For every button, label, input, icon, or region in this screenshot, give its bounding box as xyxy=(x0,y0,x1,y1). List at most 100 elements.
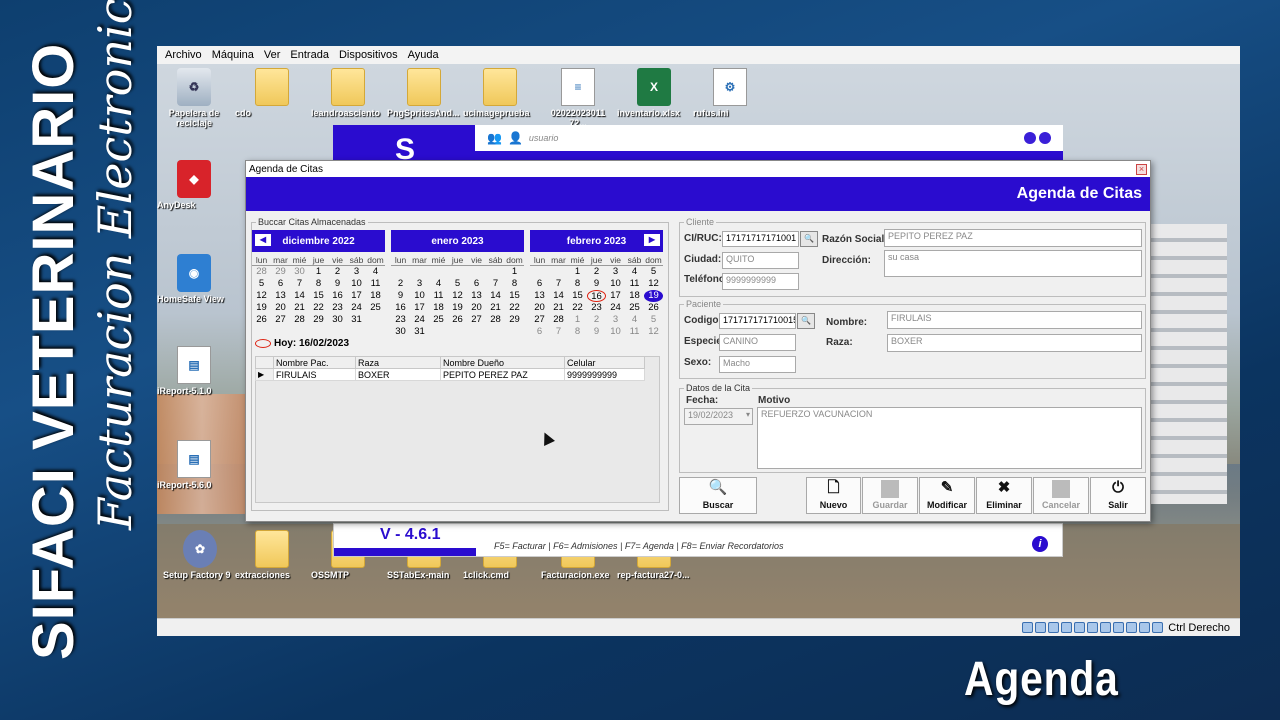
calendar-day[interactable]: 11 xyxy=(429,290,448,302)
calendar-day[interactable]: 12 xyxy=(448,290,467,302)
mouse-integration-icon[interactable] xyxy=(1139,622,1151,633)
calendar-day[interactable]: 4 xyxy=(625,314,644,326)
calendar-day[interactable]: 3 xyxy=(606,314,625,326)
calendar-day[interactable]: 12 xyxy=(252,290,271,302)
column-header[interactable]: Celular xyxy=(564,356,645,369)
calendar-day[interactable]: 31 xyxy=(410,326,429,338)
calendar-day[interactable]: 25 xyxy=(429,314,448,326)
prev-month-button[interactable]: ◀ xyxy=(255,234,271,246)
calendar-day[interactable]: 18 xyxy=(625,290,644,302)
codigo-input[interactable]: 17171717171001551 xyxy=(719,313,796,329)
calendar-day[interactable]: 4 xyxy=(429,278,448,290)
cancelar-button[interactable]: Cancelar xyxy=(1033,477,1089,514)
especie-input[interactable]: CANINO xyxy=(719,334,796,351)
recording-icon[interactable] xyxy=(1113,622,1125,633)
salir-button[interactable]: ⏻ Salir xyxy=(1090,477,1146,514)
network-icon[interactable] xyxy=(1061,622,1073,633)
next-month-button[interactable]: ▶ xyxy=(644,234,660,246)
calendar-day[interactable]: 5 xyxy=(252,278,271,290)
direccion-input[interactable]: su casa xyxy=(884,250,1142,277)
calendar-day[interactable]: 5 xyxy=(644,266,663,278)
motivo-textarea[interactable]: REFUERZO VACUNACION xyxy=(757,407,1142,469)
calendar-day[interactable]: 21 xyxy=(486,302,505,314)
calendar-day[interactable]: 7 xyxy=(290,278,309,290)
desktop-icon[interactable]: cdo xyxy=(235,68,309,118)
fecha-picker[interactable]: 19/02/2023 ▾ xyxy=(684,408,753,425)
calendar-day[interactable]: 22 xyxy=(309,302,328,314)
calendar-day[interactable]: 16 xyxy=(391,302,410,314)
calendar-day[interactable]: 7 xyxy=(486,278,505,290)
calendar-day[interactable]: 13 xyxy=(530,290,549,302)
nombre-input[interactable]: FIRULAIS xyxy=(887,311,1142,329)
calendar-day[interactable]: 2 xyxy=(587,314,606,326)
raza-input[interactable]: BOXER xyxy=(887,334,1142,352)
calendar-day[interactable]: 3 xyxy=(606,266,625,278)
display-icon[interactable] xyxy=(1100,622,1112,633)
calendar-day[interactable]: 18 xyxy=(366,290,385,302)
calendar-day[interactable]: 27 xyxy=(530,314,549,326)
table-row[interactable]: ▶ FIRULAIS BOXER PEPITO PEREZ PAZ 999999… xyxy=(255,368,645,381)
calendar-day[interactable]: 14 xyxy=(549,290,568,302)
calendar-day[interactable]: 28 xyxy=(486,314,505,326)
close-icon[interactable] xyxy=(1039,132,1051,144)
calendar-day[interactable]: 1 xyxy=(568,314,587,326)
calendar-day[interactable]: 15 xyxy=(309,290,328,302)
calendar-day[interactable]: 28 xyxy=(252,266,271,278)
calendar-day[interactable]: 4 xyxy=(366,266,385,278)
desktop-icon[interactable]: ucimageprueba xyxy=(463,68,537,118)
menu-archivo[interactable]: Archivo xyxy=(165,49,202,61)
search-client-icon[interactable]: 🔍 xyxy=(800,231,818,247)
calendar-day[interactable]: 4 xyxy=(625,266,644,278)
calendar-day[interactable]: 26 xyxy=(644,302,663,314)
calendar-day[interactable]: 10 xyxy=(606,326,625,338)
calendar-day[interactable]: 27 xyxy=(271,314,290,326)
hdd-icon[interactable] xyxy=(1022,622,1034,633)
desktop-icon[interactable]: leandroasciento xyxy=(311,68,385,118)
desktop-icon[interactable]: extracciones xyxy=(235,530,309,580)
calendar-day[interactable]: 14 xyxy=(486,290,505,302)
calendar-day[interactable]: 22 xyxy=(505,302,524,314)
calendar-day[interactable]: 3 xyxy=(347,266,366,278)
razon-input[interactable]: PEPITO PEREZ PAZ xyxy=(884,229,1142,247)
calendar-day[interactable]: 24 xyxy=(410,314,429,326)
calendar-day[interactable]: 17 xyxy=(410,302,429,314)
calendar-day[interactable]: 14 xyxy=(290,290,309,302)
audio-icon[interactable] xyxy=(1048,622,1060,633)
calendar-day[interactable]: 29 xyxy=(271,266,290,278)
calendar-day[interactable]: 2 xyxy=(391,278,410,290)
calendar-day[interactable]: 21 xyxy=(290,302,309,314)
calendar-day[interactable]: 31 xyxy=(347,314,366,326)
column-header[interactable]: Nombre Pac. xyxy=(273,356,356,369)
desktop-icon[interactable]: Xinventario.xlsx xyxy=(617,68,691,118)
calendar-day[interactable]: 8 xyxy=(568,278,587,290)
menu-ver[interactable]: Ver xyxy=(264,49,281,61)
calendar-day[interactable]: 23 xyxy=(391,314,410,326)
buscar-button[interactable]: 🔍 Buscar xyxy=(679,477,757,514)
today-indicator[interactable]: Hoy: 16/02/2023 xyxy=(255,338,349,349)
calendar-day[interactable]: 16 xyxy=(328,290,347,302)
calendar-day[interactable]: 25 xyxy=(625,302,644,314)
calendar-day[interactable]: 28 xyxy=(290,314,309,326)
calendar-day[interactable]: 17 xyxy=(606,290,625,302)
calendar-day[interactable]: 8 xyxy=(309,278,328,290)
calendar-day[interactable]: 20 xyxy=(467,302,486,314)
shared-folder-icon[interactable] xyxy=(1087,622,1099,633)
calendar-day[interactable]: 1 xyxy=(505,266,524,278)
calendar-day[interactable]: 23 xyxy=(328,302,347,314)
calendar-day[interactable]: 10 xyxy=(410,290,429,302)
calendar-day[interactable]: 7 xyxy=(549,278,568,290)
calendar-day[interactable]: 7 xyxy=(549,326,568,338)
calendar-day[interactable]: 26 xyxy=(448,314,467,326)
calendar-day[interactable]: 28 xyxy=(549,314,568,326)
menu-ayuda[interactable]: Ayuda xyxy=(408,49,439,61)
calendar-day[interactable]: 9 xyxy=(587,278,606,290)
calendar-day[interactable]: 21 xyxy=(549,302,568,314)
calendar-day[interactable]: 9 xyxy=(328,278,347,290)
calendar-day[interactable]: 9 xyxy=(391,290,410,302)
desktop-icon[interactable]: ▤ iReport-5.6.0 xyxy=(157,440,231,490)
ci-input[interactable]: 17171717171001 xyxy=(722,231,799,247)
calendar-day[interactable]: 8 xyxy=(568,326,587,338)
calendar-day[interactable]: 17 xyxy=(347,290,366,302)
ciudad-input[interactable]: QUITO xyxy=(722,252,799,269)
calendar-day[interactable]: 6 xyxy=(467,278,486,290)
